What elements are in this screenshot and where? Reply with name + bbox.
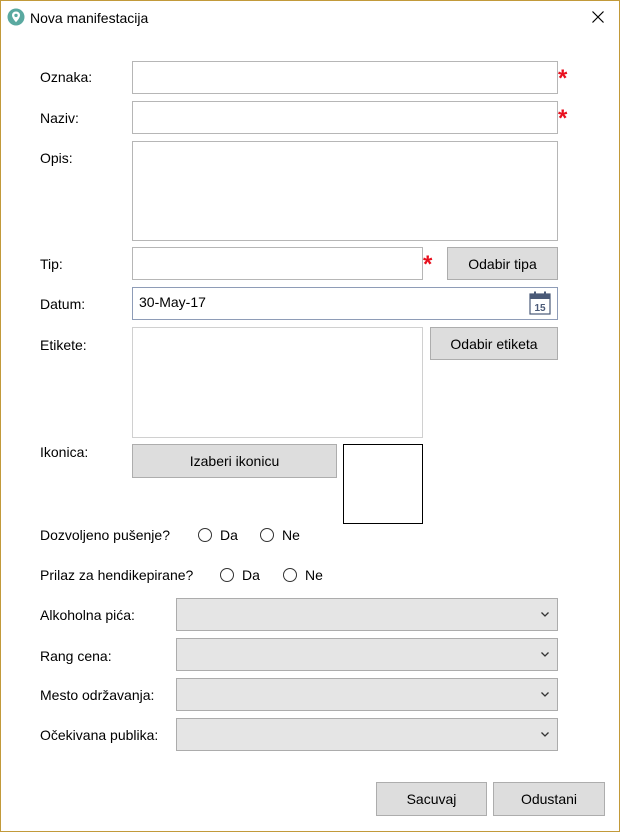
pusenje-ne-option[interactable]: Ne <box>260 525 300 545</box>
alkoholna-pica-label: Alkoholna pića: <box>40 607 135 623</box>
etikete-label: Etikete: <box>40 337 87 353</box>
opis-label: Opis: <box>40 150 73 166</box>
close-icon <box>592 11 604 23</box>
location-pin-icon <box>7 8 25 26</box>
svg-text:15: 15 <box>534 303 546 314</box>
pusenje-ne-label: Ne <box>282 527 300 543</box>
rang-cena-select[interactable] <box>176 638 558 671</box>
save-button[interactable]: Sacuvaj <box>376 782 487 816</box>
oznaka-input[interactable] <box>132 61 558 94</box>
naziv-input[interactable] <box>132 101 558 134</box>
datum-value: 30-May-17 <box>139 294 206 310</box>
datum-label: Datum: <box>40 296 86 312</box>
tip-input[interactable] <box>132 247 423 280</box>
rang-cena-label: Rang cena: <box>40 648 112 664</box>
naziv-required-mark: * <box>558 105 568 132</box>
oznaka-label: Oznaka: <box>40 69 93 85</box>
chevron-down-icon <box>541 732 549 737</box>
naziv-label: Naziv: <box>40 110 79 126</box>
opis-textarea[interactable] <box>132 141 558 241</box>
hendikep-ne-label: Ne <box>305 567 323 583</box>
ikonica-label: Ikonica: <box>40 444 89 460</box>
hendikep-da-option[interactable]: Da <box>220 565 260 585</box>
chevron-down-icon <box>541 652 549 657</box>
izaberi-ikonicu-button[interactable]: Izaberi ikonicu <box>132 444 337 478</box>
mesto-odrzavanja-label: Mesto održavanja: <box>40 687 155 703</box>
pusenje-da-option[interactable]: Da <box>198 525 238 545</box>
pusenje-da-label: Da <box>220 527 238 543</box>
close-button[interactable] <box>577 1 619 33</box>
title-bar: Nova manifestacija <box>1 1 619 33</box>
odabir-etiketa-button[interactable]: Odabir etiketa <box>430 327 558 360</box>
pusenje-ne-radio[interactable] <box>260 528 274 542</box>
ocekivana-publika-select[interactable] <box>176 718 558 751</box>
hendikep-label: Prilaz za hendikepirane? <box>40 567 194 583</box>
tip-label: Tip: <box>40 256 63 272</box>
mesto-odrzavanja-select[interactable] <box>176 678 558 711</box>
pusenje-da-radio[interactable] <box>198 528 212 542</box>
hendikep-ne-option[interactable]: Ne <box>283 565 323 585</box>
dialog-window: Nova manifestacija Oznaka: * Naziv: * Op… <box>0 0 620 832</box>
chevron-down-icon <box>541 612 549 617</box>
alkoholna-pica-select[interactable] <box>176 598 558 631</box>
hendikep-da-label: Da <box>242 567 260 583</box>
hendikep-ne-radio[interactable] <box>283 568 297 582</box>
window-title: Nova manifestacija <box>30 10 149 26</box>
ocekivana-publika-label: Očekivana publika: <box>40 727 159 743</box>
pusenje-label: Dozvoljeno pušenje? <box>40 527 170 543</box>
icon-preview <box>343 444 423 524</box>
cancel-button[interactable]: Odustani <box>493 782 605 816</box>
datum-picker[interactable]: 30-May-17 15 <box>132 287 558 320</box>
tip-required-mark: * <box>423 251 433 278</box>
etikete-list[interactable] <box>132 327 423 438</box>
calendar-icon[interactable]: 15 <box>529 291 551 315</box>
chevron-down-icon <box>541 692 549 697</box>
oznaka-required-mark: * <box>558 65 568 92</box>
hendikep-da-radio[interactable] <box>220 568 234 582</box>
odabir-tipa-button[interactable]: Odabir tipa <box>447 247 558 280</box>
